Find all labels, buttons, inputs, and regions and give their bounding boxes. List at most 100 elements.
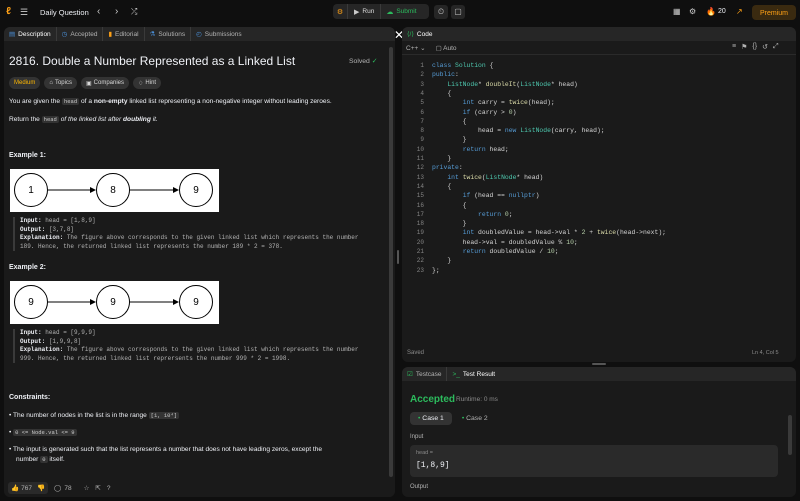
language-select[interactable]: C++ ⌄ <box>406 44 426 52</box>
debug-icon[interactable]: ⚙ <box>333 8 347 16</box>
code-line[interactable]: } <box>432 256 451 265</box>
variable-value: [1,8,9] <box>416 461 450 470</box>
prev-problem-icon[interactable]: ‹ <box>97 6 100 17</box>
timer-icon[interactable]: ⏲ <box>434 5 448 19</box>
code-line[interactable]: } <box>432 219 467 228</box>
code-line[interactable]: return doubledValue / 10; <box>432 247 559 256</box>
like-button[interactable]: 👍 767 👎 <box>8 482 49 494</box>
format-icon[interactable]: ≡ <box>732 43 736 51</box>
save-status: Saved <box>407 350 425 356</box>
solved-label: Solved <box>349 58 370 65</box>
runtime: Runtime: 0 ms <box>456 396 498 403</box>
ex2-output: [1,9,9,8] <box>48 337 82 345</box>
tab-submissions[interactable]: ◴ Submissions <box>191 27 247 41</box>
layout-icon[interactable]: ▦ <box>673 7 681 16</box>
code-line[interactable]: if (carry > 0) <box>432 108 517 117</box>
play-icon: ▶ <box>354 8 360 16</box>
code-line[interactable]: int carry = twice(head); <box>432 98 555 107</box>
star-icon[interactable]: ☆ <box>84 484 90 492</box>
code-line[interactable]: }; <box>432 266 440 275</box>
line-number: 23 <box>416 266 424 274</box>
code-line[interactable]: if (head == nullptr) <box>432 191 540 200</box>
code-editor[interactable]: 1 class Solution {2 public: 3 ListNode* dou… <box>402 61 796 351</box>
code-line[interactable]: head->val = doubledValue % 10; <box>432 238 578 247</box>
result-scrollbar[interactable] <box>788 415 792 455</box>
ex2-expl-label: Explanation: <box>20 346 64 353</box>
code-line[interactable]: { <box>432 182 451 191</box>
avatar-icon[interactable]: ↗ <box>736 7 743 16</box>
line-number: 21 <box>416 248 424 255</box>
tab-editorial[interactable]: ▮ Editorial <box>103 27 145 41</box>
next-problem-icon[interactable]: › <box>115 6 118 17</box>
code-line[interactable]: head = new ListNode(carry, head); <box>432 126 605 135</box>
braces-icon[interactable]: {} <box>752 43 757 51</box>
code-line[interactable]: public: <box>432 70 459 79</box>
streak-fire-icon[interactable]: 🔥 <box>706 7 716 16</box>
description-paragraph-2: Return the head of the linked list after… <box>9 115 158 125</box>
bookmark-icon[interactable]: ⚑ <box>741 43 747 51</box>
code-line[interactable]: ListNode* doubleIt(ListNode* head) <box>432 80 577 89</box>
premium-button[interactable]: Premium <box>752 5 796 20</box>
like-count: 767 <box>21 484 32 492</box>
code-line[interactable]: class Solution { <box>432 61 493 70</box>
daily-question-title[interactable]: Daily Question <box>40 8 89 17</box>
run-button[interactable]: ▶ Run <box>347 4 380 19</box>
code-line[interactable]: private: <box>432 163 463 172</box>
tab-description-label: Description <box>18 30 51 38</box>
hint-chip[interactable]: ♢ Hint <box>133 77 162 89</box>
problem-list-icon[interactable]: ☰ <box>20 7 28 18</box>
code-panel-header: ⟨/⟩ Code <box>402 27 796 41</box>
lightbulb-icon: ♢ <box>138 80 144 87</box>
vertical-splitter[interactable] <box>397 250 399 264</box>
description-footer: 👍 767 👎 ◯ 78 ☆ ⇱ ? <box>4 479 395 497</box>
c3-post: itself. <box>49 456 65 463</box>
topics-chip[interactable]: ⌂ Topics <box>44 77 77 89</box>
tab-accepted[interactable]: ◷ Accepted <box>57 27 104 41</box>
auto-mode-toggle[interactable]: ▢ Auto <box>436 44 457 52</box>
example-1-title: Example 1: <box>9 152 46 159</box>
tag-icon: ⌂ <box>49 80 53 86</box>
tab-test-result[interactable]: >_ Test Result <box>447 367 500 381</box>
submit-button[interactable]: ☁ Submit <box>380 4 421 19</box>
tab-description[interactable]: ▤ Description <box>4 27 57 41</box>
cloud-upload-icon: ☁ <box>386 8 394 16</box>
horizontal-splitter[interactable] <box>592 363 606 365</box>
thumbs-down-icon[interactable]: 👎 <box>37 484 45 492</box>
ex2-output-label: Output: <box>20 337 46 345</box>
code-line[interactable]: { <box>432 117 467 126</box>
companies-chip[interactable]: ▣ Companies <box>80 77 130 89</box>
code-line[interactable]: } <box>432 154 451 163</box>
problem-title: 2816. Double a Number Represented as a L… <box>9 54 296 68</box>
code-line[interactable]: return head; <box>432 145 509 154</box>
example-2-box: Input: head = [9,9,9] Output: [1,9,9,8] … <box>13 329 391 363</box>
help-icon[interactable]: ? <box>107 485 111 492</box>
constraints-title: Constraints: <box>9 394 51 401</box>
line-number: 3 <box>420 80 424 88</box>
comments-button[interactable]: ◯ 78 <box>54 484 72 493</box>
reset-icon[interactable]: ↺ <box>762 43 768 51</box>
share-icon[interactable]: ⇱ <box>95 484 100 492</box>
code-line[interactable]: } <box>432 135 467 144</box>
shuffle-icon[interactable]: ⤮ <box>131 7 137 17</box>
leetcode-logo-icon[interactable]: ℓ <box>6 6 11 18</box>
code-line[interactable]: return 0; <box>432 210 513 219</box>
code-line[interactable]: { <box>432 89 451 98</box>
case-2-tab[interactable]: • Case 2 <box>456 412 494 425</box>
tab-testcase[interactable]: ☑ Testcase <box>402 367 448 381</box>
notes-icon[interactable]: ▢ <box>451 5 465 19</box>
streak-count[interactable]: 20 <box>718 8 726 15</box>
code-line[interactable]: int doubledValue = head->val * 2 + twice… <box>432 228 666 237</box>
case-1-tab[interactable]: • Case 1 <box>410 412 452 425</box>
comment-icon: ◯ <box>54 485 62 492</box>
code-line[interactable]: { <box>432 201 467 210</box>
comment-count: 78 <box>64 484 72 492</box>
line-number: 22 <box>416 257 424 265</box>
expand-icon[interactable]: ⤢ <box>773 43 779 51</box>
description-scrollbar[interactable] <box>389 47 393 477</box>
tab-solutions[interactable]: ⚗ Solutions <box>145 27 192 41</box>
difficulty-label: Medium <box>14 80 36 86</box>
settings-icon[interactable]: ⚙ <box>689 7 696 16</box>
code-line[interactable]: int twice(ListNode* head) <box>432 173 543 182</box>
tab-code[interactable]: ⟨/⟩ Code <box>402 27 437 41</box>
p2-bold: doubling <box>123 116 151 123</box>
